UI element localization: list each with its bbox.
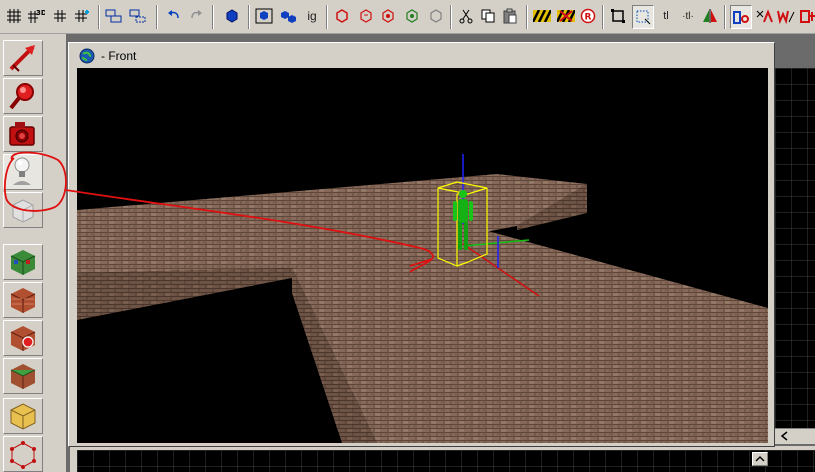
toolbar-separator [212, 5, 214, 29]
cube-paint-icon[interactable] [378, 5, 398, 27]
mode-f-icon[interactable] [798, 5, 815, 27]
text-center-icon[interactable]: ·tl· [678, 5, 698, 27]
cube-texture-icon[interactable] [402, 5, 422, 27]
grid-small-icon[interactable] [50, 5, 70, 27]
cube-red-icon[interactable] [332, 5, 352, 27]
record-icon[interactable]: R [578, 5, 598, 27]
grid-3d-icon[interactable]: 3D [26, 5, 46, 27]
camera-tool-icon[interactable] [3, 116, 43, 152]
toolbar-separator [724, 5, 726, 29]
grid-snap-icon[interactable] [72, 5, 92, 27]
side-view-viewport[interactable] [77, 450, 815, 472]
ignore-icon[interactable]: ig [302, 5, 322, 27]
decal-tool-icon[interactable] [3, 320, 43, 356]
main-toolbar: 3D ig R tl ·tl· [0, 0, 815, 34]
brick-texture-tool-icon[interactable] [3, 282, 43, 318]
view-title: - Front [101, 49, 137, 63]
text-center-label: ·tl· [682, 10, 694, 22]
overlay-tool-icon[interactable] [3, 358, 43, 394]
horizontal-scrollbar[interactable] [775, 428, 815, 444]
toolbar-separator [526, 5, 528, 29]
top-view-viewport[interactable] [775, 68, 815, 428]
mode-a-icon[interactable] [754, 5, 774, 27]
dotted-select-icon[interactable] [632, 5, 654, 29]
cordon-tool-icon[interactable] [3, 398, 43, 434]
toolbar-separator [98, 5, 100, 29]
vertex-tool-icon[interactable] [3, 436, 43, 472]
text-align-icon[interactable]: tl [656, 5, 676, 27]
cube-copy-icon[interactable] [356, 5, 376, 27]
redo-icon[interactable] [186, 5, 206, 27]
select-objects-icon[interactable] [278, 5, 298, 27]
view-titlebar: - Front [75, 45, 772, 67]
brush-walkway-top[interactable] [292, 228, 768, 443]
paste-icon[interactable] [500, 5, 520, 27]
ungroup-icon[interactable] [128, 5, 148, 27]
block-tool-icon[interactable] [3, 192, 43, 228]
scroll-up-button[interactable] [752, 452, 768, 466]
undo-icon[interactable] [164, 5, 184, 27]
toolbar-separator [602, 5, 604, 29]
3d-viewport[interactable] [77, 68, 768, 443]
mode-c-icon[interactable] [730, 5, 752, 29]
toolbar-separator [450, 5, 452, 29]
ignore-label: ig [307, 9, 317, 23]
magnify-tool-icon[interactable] [3, 78, 43, 114]
copy-icon[interactable] [478, 5, 498, 27]
hazard-icon[interactable] [532, 5, 552, 27]
hazard-x-icon[interactable] [556, 5, 576, 27]
tool-palette [0, 34, 66, 472]
record-label: R [585, 13, 592, 23]
grid-3d-label: 3D [36, 9, 45, 17]
group-icon[interactable] [104, 5, 124, 27]
flip-icon[interactable] [700, 5, 720, 27]
grid-icon[interactable] [4, 5, 24, 27]
toolbar-separator [248, 5, 250, 29]
cube-gray-icon[interactable] [426, 5, 446, 27]
brush-beam-front[interactable] [77, 268, 292, 320]
box-select-icon[interactable] [608, 5, 628, 27]
arrow-tool-icon[interactable] [3, 40, 43, 76]
globe-icon [79, 48, 95, 64]
toolbar-separator [326, 5, 328, 29]
texture-apply-tool-icon[interactable] [3, 244, 43, 280]
toolbar-separator [156, 5, 158, 29]
light-entity-tool-icon[interactable] [3, 154, 43, 190]
text-align-label: tl [663, 10, 669, 22]
scroll-left-icon[interactable] [779, 430, 791, 442]
cube-blue-icon[interactable] [222, 5, 242, 27]
cut-icon[interactable] [456, 5, 476, 27]
select-all-icon[interactable] [254, 5, 274, 27]
mode-w-icon[interactable] [776, 5, 796, 27]
scroll-up-icon [755, 455, 765, 462]
